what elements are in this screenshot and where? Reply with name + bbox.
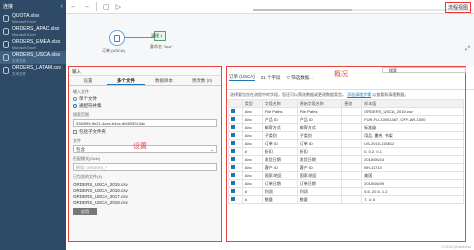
settings-tabs: 设置 多个文件 数据样本 更改数 (0) <box>69 76 221 86</box>
connection-type: Microsoft Excel <box>12 45 36 50</box>
database-icon <box>3 15 9 22</box>
input-node-label: 订单 (USCA) <box>102 48 125 53</box>
sidebar-header: 连接 ‹ <box>0 0 66 12</box>
toolbar: ← → ▢ ▷ 流程视图 <box>66 0 474 14</box>
run-icon[interactable]: ▷ <box>116 3 121 11</box>
connection-type: Microsoft Excel <box>12 19 36 24</box>
database-icon <box>3 28 9 35</box>
connections-sidebar: 连接 ‹ QUOTA.xlsx Microsoft Excel ORDERS_AP… <box>0 0 66 250</box>
input-node-icon <box>114 34 120 42</box>
chevron-down-icon: ⌄ <box>210 147 214 152</box>
flow-view-button[interactable]: 流程视图 <box>444 2 471 13</box>
tab-data-sample[interactable]: 数据样本 <box>145 76 183 85</box>
included-files-list: ORDERS_USCA_2015.csv ORDERS_USCA_2016.cs… <box>73 182 217 206</box>
search-scope-field[interactable]: 3363f99-5e21-4cee-b4ce-df4693013dc <box>73 119 217 127</box>
radio-label: 通配符并集 <box>79 103 102 108</box>
connection-name: ORDERS_LATAM.csv <box>12 65 61 71</box>
flow-canvas[interactable]: 订单 (USCA) 清理 1 重命名 "Aux" ⤢ <box>66 14 474 66</box>
connection-item-1[interactable]: ORDERS_APAC.xlsx Microsoft Excel <box>0 25 66 38</box>
sidebar-title: 连接 <box>3 3 14 10</box>
wildcard-union-radio[interactable]: 通配符并集 <box>73 103 217 109</box>
radio-label: 单个文件 <box>79 96 97 101</box>
connection-name: ORDERS_USCA.xlsx <box>12 52 61 58</box>
list-item: ORDERS_USCA_2018.csv <box>73 200 128 205</box>
connection-name: ORDERS_EMEA.xlsx <box>12 39 61 45</box>
tab-multiple-files[interactable]: 多个文件 <box>107 76 145 85</box>
single-file-radio[interactable]: 单个文件 <box>73 96 217 102</box>
include-subfolders-checkbox[interactable]: 包括子文件夹 <box>73 129 217 135</box>
panel-title: 输入 <box>69 67 221 76</box>
fit-to-screen-icon[interactable]: ⤢ <box>465 46 470 53</box>
preview-annotation: 概况 <box>334 71 348 78</box>
connection-type: 文本文件 <box>12 58 26 63</box>
data-preview-panel: 概况 订单 (USCA) 21 个字段 ▽ 筛选数据... 搜索 选择要包含在流… <box>226 66 474 250</box>
input-files-label: 输入文件 <box>73 89 89 94</box>
tab-settings[interactable]: 设置 <box>69 76 107 85</box>
input-node[interactable] <box>109 30 125 46</box>
app-window: 连接 ‹ QUOTA.xlsx Microsoft Excel ORDERS_AP… <box>0 0 474 250</box>
connection-item-2[interactable]: ORDERS_EMEA.xlsx Microsoft Excel <box>0 38 66 51</box>
checkbox-icon <box>73 130 77 134</box>
pattern-label: 匹配模式(Glob) <box>73 156 101 161</box>
preview-search-input[interactable]: 搜索 <box>382 67 466 73</box>
collapse-icon[interactable]: ‹ <box>61 3 63 10</box>
search-scope-label: 搜索范围 <box>73 112 89 117</box>
pattern-input[interactable]: 例如: ORDERS_* <box>73 163 217 171</box>
connection-name: QUOTA.xlsx <box>12 13 40 19</box>
back-icon[interactable]: ← <box>70 3 77 10</box>
database-icon <box>3 67 9 74</box>
progress-fill <box>253 9 352 11</box>
forward-icon[interactable]: → <box>83 3 90 10</box>
database-icon <box>3 41 9 48</box>
connection-item-3[interactable]: ORDERS_USCA.xlsx 文本文件 <box>0 51 66 64</box>
database-icon <box>3 54 9 61</box>
tab-changes[interactable]: 更改数 (0) <box>183 76 221 85</box>
radio-icon <box>73 97 77 101</box>
clean-step-sublabel: 重命名 "Aux" <box>150 44 173 49</box>
connection-type: Microsoft Excel <box>12 32 36 37</box>
connection-type: 文本文件 <box>12 71 26 76</box>
watermark: CSDN @tableau <box>441 244 471 249</box>
apply-button[interactable]: 应用 <box>73 208 97 215</box>
input-settings-panel: 输入 设置 多个文件 数据样本 更改数 (0) 输入文件 单个文件 通配符并集 … <box>68 66 222 242</box>
connection-name: ORDERS_APAC.xlsx <box>12 26 60 32</box>
radio-selected-icon <box>73 104 77 108</box>
checkbox-label: 包括子文件夹 <box>79 129 106 134</box>
included-files-label: 已包含的文件(4) <box>73 174 102 179</box>
progress-bar <box>253 9 473 11</box>
select-value: 包含 <box>76 147 85 152</box>
add-step-icon[interactable]: ▢ <box>103 3 110 11</box>
clean-step-label: 清理 1 <box>151 33 163 38</box>
settings-annotation: 设置 <box>133 143 147 150</box>
toolbar-divider <box>96 2 97 11</box>
flow-connector <box>125 37 154 38</box>
preview-highlight <box>226 66 466 242</box>
connection-item-4[interactable]: ORDERS_LATAM.csv 文本文件 <box>0 64 66 77</box>
connection-item-0[interactable]: QUOTA.xlsx Microsoft Excel <box>0 12 66 25</box>
